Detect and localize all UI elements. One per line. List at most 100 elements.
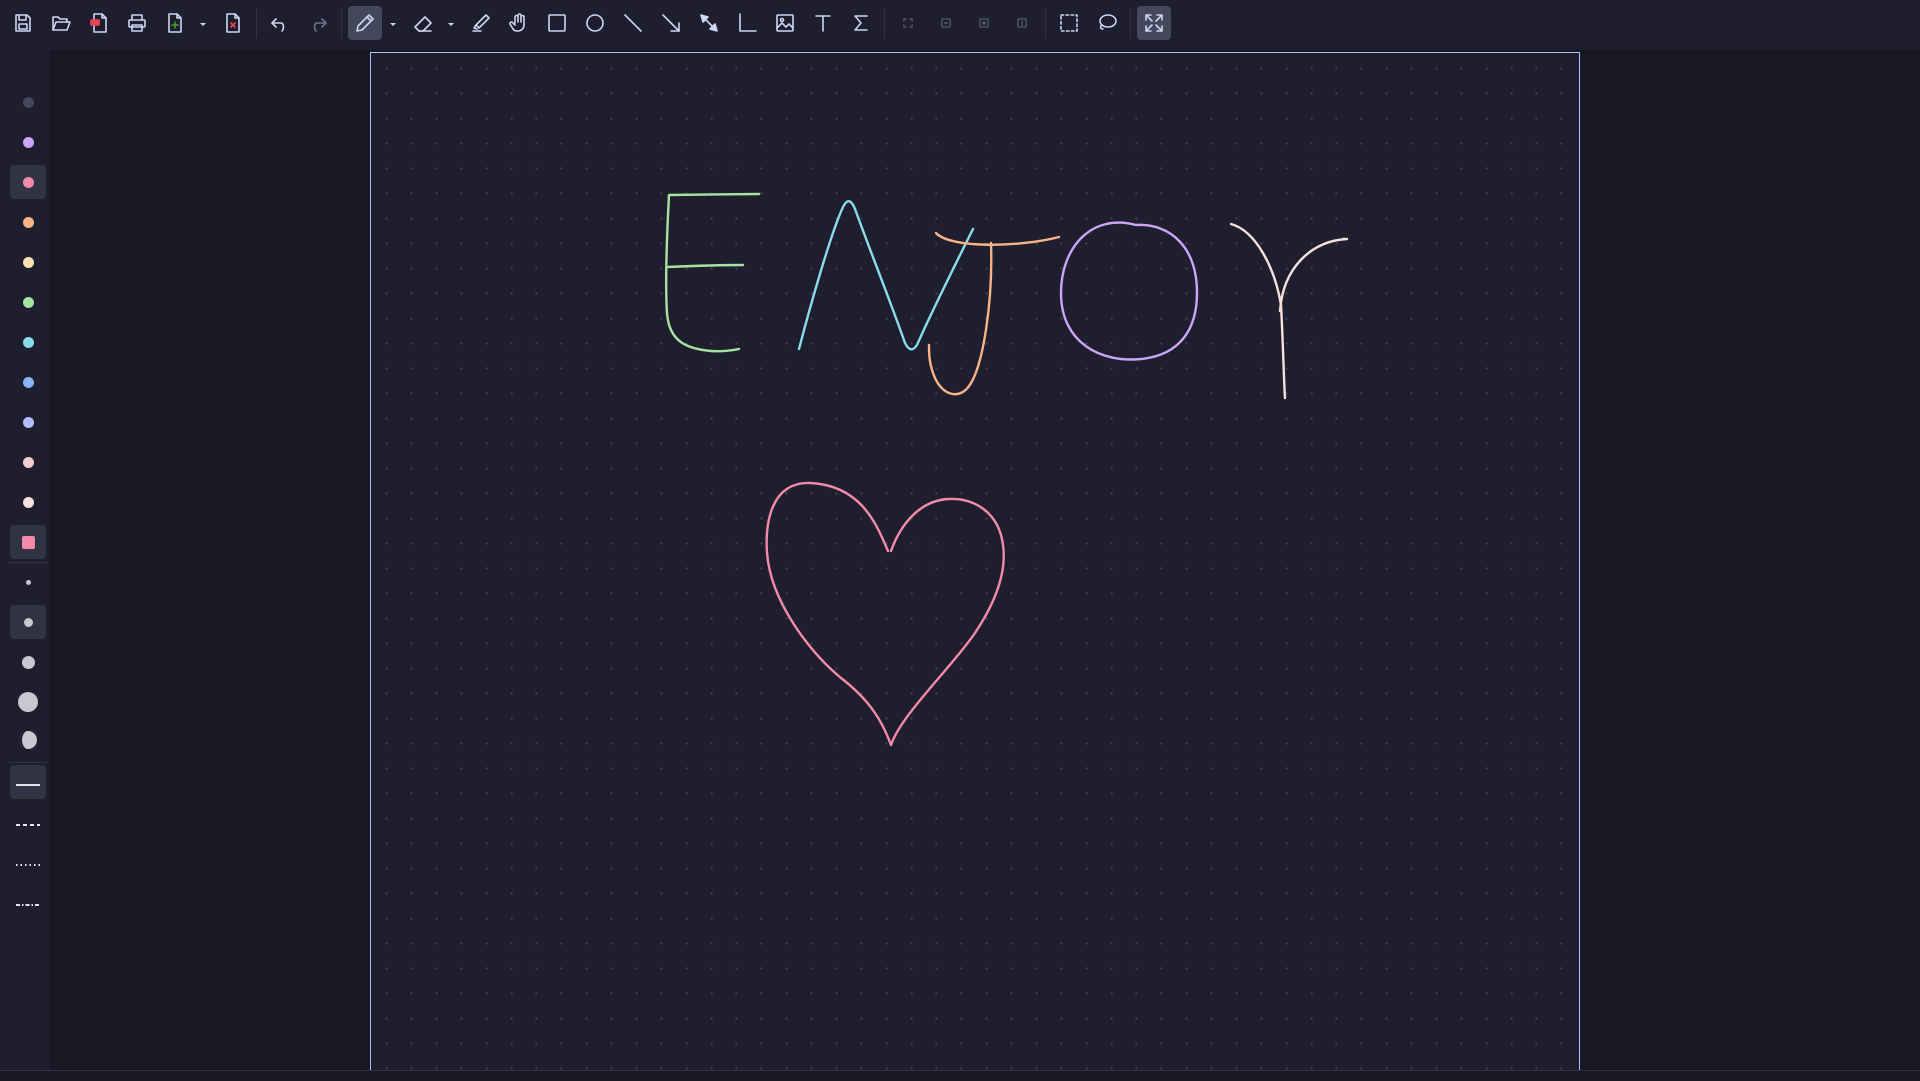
stroke-letter-o[interactable] [1059,221,1199,361]
redo-button[interactable] [301,6,335,40]
width-dot [21,655,35,669]
arrow-tool-button[interactable] [654,6,688,40]
line-style-dotted[interactable] [10,845,46,879]
fit-icon [901,16,915,30]
color-swatch [22,176,34,188]
eraser-tool-dropdown[interactable] [444,6,458,40]
zoom-100-icon [1015,16,1029,30]
stroke-letter-y[interactable] [1229,222,1349,400]
select-rect-button[interactable] [1052,6,1086,40]
rectangle-icon [545,11,569,35]
stroke-letter-n[interactable] [797,200,975,351]
hand-tool-button[interactable] [502,6,536,40]
color-blue[interactable] [10,365,46,399]
zoom-out-icon [939,16,953,30]
chevron-down-icon [198,14,208,33]
line-style-dash-dot[interactable] [10,885,46,919]
toolbar-separator [341,8,342,38]
latex-tool-button[interactable] [844,6,878,40]
printer-icon [125,11,149,35]
text-icon [811,11,835,35]
eraser-icon [411,11,435,35]
line-icon [621,11,645,35]
chevron-down-icon [388,14,398,33]
zoom-in-icon [977,16,991,30]
width-medium[interactable] [10,605,46,639]
width-dot [18,692,38,712]
redo-icon [306,11,330,35]
pen-tool-dropdown[interactable] [386,6,400,40]
undo-button[interactable] [263,6,297,40]
chevron-down-icon [446,14,456,33]
color-flamingo[interactable] [10,445,46,479]
axis-tool-button[interactable] [730,6,764,40]
zoom-out-button[interactable] [929,6,963,40]
color-swatch [22,336,34,348]
save-button[interactable] [6,6,40,40]
color-green[interactable] [10,285,46,319]
color-swatch [22,296,34,308]
color-swatch [21,535,35,549]
pressure-toggle[interactable] [10,725,46,759]
stroke-letter-e[interactable] [664,192,761,353]
arrow-icon [659,11,683,35]
custom-color[interactable] [10,525,46,559]
canvas-page[interactable] [370,52,1580,1072]
fullscreen-button[interactable] [1137,6,1171,40]
stroke-heart[interactable] [765,481,1005,747]
pdf-icon [87,11,111,35]
width-thick[interactable] [10,645,46,679]
stroke-letter-j[interactable] [927,231,1061,396]
highlighter-tool-button[interactable] [464,6,498,40]
color-swatch [22,496,34,508]
folder-open-icon [49,11,73,35]
open-button[interactable] [44,6,78,40]
line-style-solid[interactable] [10,765,46,799]
double-arrow-tool-button[interactable] [692,6,726,40]
color-swatch [22,416,34,428]
delete-page-icon [221,11,245,35]
highlighter-icon [469,11,493,35]
save-icon [11,11,35,35]
line-style-icon [15,893,41,912]
color-lavender[interactable] [10,405,46,439]
color-peach[interactable] [10,205,46,239]
sidebar-separator [8,762,48,763]
toolbar-separator [884,8,885,38]
delete-page-button[interactable] [216,6,250,40]
image-tool-button[interactable] [768,6,802,40]
color-swatch [22,456,34,468]
color-mauve[interactable] [10,125,46,159]
axis-icon [735,11,759,35]
width-very-thick[interactable] [10,685,46,719]
lasso-select-button[interactable] [1090,6,1124,40]
ellipse-tool-button[interactable] [578,6,612,40]
status-bar [0,1070,1920,1081]
tool-sidebar [0,50,50,1070]
line-style-icon [15,813,41,832]
fullscreen-icon [1142,11,1166,35]
zoom-in-button[interactable] [967,6,1001,40]
color-rosewater[interactable] [10,485,46,519]
toolbar [0,0,1920,50]
width-dot [25,579,31,585]
toolbar-separator [1130,8,1131,38]
width-fine[interactable] [10,565,46,599]
print-button[interactable] [120,6,154,40]
color-red[interactable] [10,165,46,199]
annotate-pdf-button[interactable] [82,6,116,40]
color-sky[interactable] [10,325,46,359]
new-page-button[interactable] [158,6,192,40]
new-page-dropdown[interactable] [196,6,210,40]
color-yellow[interactable] [10,245,46,279]
zoom-100-button[interactable] [1005,6,1039,40]
color-gray[interactable] [10,85,46,119]
line-tool-button[interactable] [616,6,650,40]
zoom-fit-button[interactable] [891,6,925,40]
text-tool-button[interactable] [806,6,840,40]
line-style-dashed[interactable] [10,805,46,839]
rectangle-tool-button[interactable] [540,6,574,40]
sigma-icon [849,11,873,35]
eraser-tool-button[interactable] [406,6,440,40]
pen-tool-button[interactable] [348,6,382,40]
